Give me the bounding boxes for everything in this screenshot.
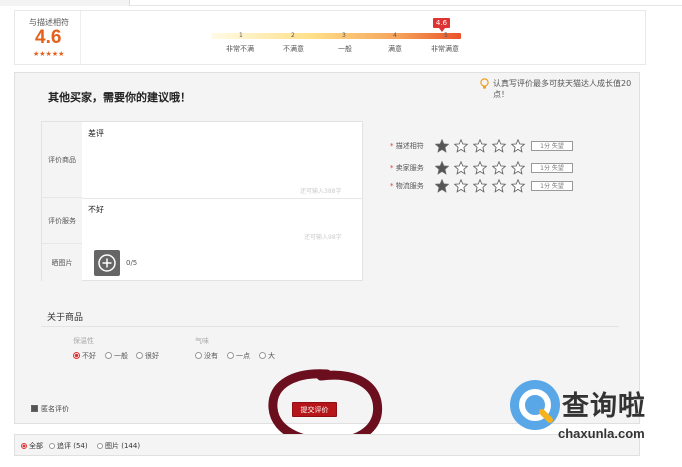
divider [41, 326, 619, 327]
attribute-title: 保温性 [73, 337, 94, 345]
star-icon[interactable] [454, 139, 468, 153]
watermark-url: chaxunla.com [558, 426, 645, 441]
lightbulb-icon [480, 78, 489, 89]
form-heading: 其他买家，需要你的建议哦！ [48, 91, 191, 104]
radio-button[interactable] [21, 443, 27, 449]
top-tab-strip [0, 0, 682, 6]
filter-follow-up[interactable]: 追评 (54) [49, 441, 88, 451]
radio-option[interactable]: 没有 [195, 351, 218, 361]
scale-label: 不满意 [283, 45, 304, 53]
watermark: 查询啦 chaxunla.com [510, 380, 678, 460]
radio-button[interactable] [195, 352, 202, 359]
star-icon[interactable] [492, 139, 506, 153]
radio-button[interactable] [259, 352, 266, 359]
review-form: 认真写评价最多可获天猫达人成长值20点！ 其他买家，需要你的建议哦！ 评价商品 … [14, 72, 640, 447]
radio-button[interactable] [97, 443, 103, 449]
score-value: 4.6 [35, 27, 62, 48]
star-icon[interactable] [473, 139, 487, 153]
goods-row-label: 评价商品 [42, 122, 82, 198]
star-icon[interactable] [511, 139, 525, 153]
scale-number: 3 [342, 32, 346, 39]
service-char-counter: 还可输入98字 [304, 234, 342, 241]
rating-label: * 描述相符 [390, 142, 424, 150]
plus-circle-icon [98, 254, 116, 272]
scale-number: 5 [444, 32, 448, 39]
radio-button[interactable] [49, 443, 55, 449]
star-icon[interactable] [435, 161, 449, 175]
anonymous-checkbox[interactable]: 匿名评价 [31, 404, 69, 414]
attribute-title: 气味 [195, 337, 209, 345]
star-icon[interactable] [454, 161, 468, 175]
watermark-title: 查询啦 [562, 391, 646, 422]
star-icon[interactable] [454, 179, 468, 193]
scale-label: 满意 [388, 45, 402, 53]
rating-tag: 1分 失望 [531, 163, 573, 173]
star-icon[interactable] [473, 179, 487, 193]
rating-label: * 卖家服务 [390, 164, 424, 172]
scale-label: 非常满意 [431, 45, 459, 53]
tab-active[interactable] [0, 0, 130, 6]
goods-review-textarea[interactable]: 差评 [88, 128, 104, 139]
review-tip: 认真写评价最多可获天猫达人成长值20点！ [493, 79, 632, 99]
star-icon[interactable] [492, 179, 506, 193]
row-divider [82, 198, 362, 199]
radio-button[interactable] [227, 352, 234, 359]
service-review-textarea[interactable]: 不好 [88, 204, 104, 215]
submit-review-button[interactable]: 提交评价 [292, 402, 337, 417]
score-panel: 与描述相符 4.6 ★★★★★ [15, 11, 81, 64]
star-icon[interactable] [435, 139, 449, 153]
scale-number: 1 [239, 32, 243, 39]
radio-button[interactable] [105, 352, 112, 359]
scale-number: 4 [393, 32, 397, 39]
radio-option[interactable]: 很好 [136, 351, 159, 361]
score-badge: 4.6 [433, 18, 450, 28]
rating-tag: 1分 失望 [531, 181, 573, 191]
service-row-label: 评价服务 [42, 198, 82, 244]
scale-label: 一般 [338, 45, 352, 53]
star-icon[interactable] [511, 179, 525, 193]
photo-count: 0/5 [126, 259, 138, 267]
radio-button[interactable] [136, 352, 143, 359]
about-product-heading: 关于商品 [47, 313, 84, 323]
checkbox[interactable] [31, 405, 38, 412]
star-icon[interactable] [435, 179, 449, 193]
rating-summary: 与描述相符 4.6 ★★★★★ 4.6 1 2 3 4 5 非常不满 不满意 一… [14, 10, 646, 65]
score-stars: ★★★★★ [33, 50, 65, 58]
radio-option[interactable]: 不好 [73, 351, 96, 361]
photo-row-label: 晒图片 [42, 244, 82, 281]
filter-images[interactable]: 图片 (144) [97, 441, 140, 451]
rating-scale-bar [211, 33, 461, 39]
radio-option[interactable]: 一点 [227, 351, 250, 361]
review-input-box: 评价商品 评价服务 晒图片 差评 还可输入388字 不好 还可输入98字 0/5 [41, 121, 363, 281]
filter-all[interactable]: 全部 [21, 441, 43, 451]
watermark-logo-icon [510, 380, 560, 430]
rating-label: * 物流服务 [390, 182, 424, 190]
radio-option[interactable]: 一般 [105, 351, 128, 361]
radio-option[interactable]: 大 [259, 351, 275, 361]
radio-button[interactable] [73, 352, 80, 359]
star-icon[interactable] [473, 161, 487, 175]
add-photo-button[interactable] [94, 250, 120, 276]
rating-tag: 1分 失望 [531, 141, 573, 151]
star-icon[interactable] [492, 161, 506, 175]
goods-char-counter: 还可输入388字 [300, 188, 342, 195]
star-icon[interactable] [511, 161, 525, 175]
scale-label: 非常不满 [226, 45, 254, 53]
scale-number: 2 [291, 32, 295, 39]
